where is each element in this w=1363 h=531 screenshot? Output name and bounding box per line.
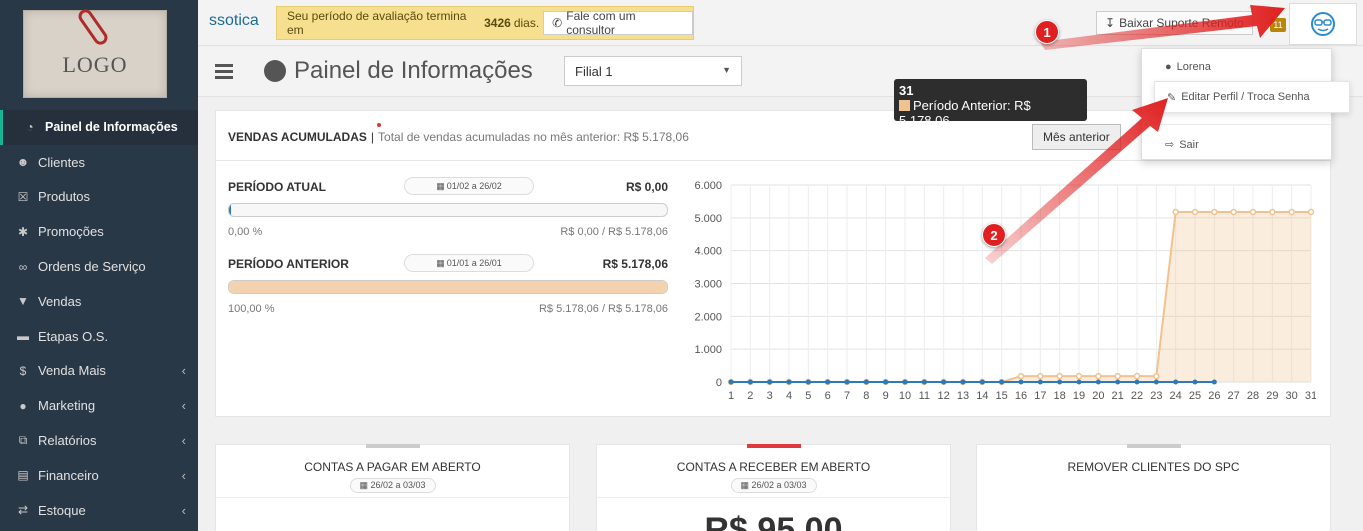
arrow-1 [1040, 5, 1285, 50]
annotation-badge-2: 2 [982, 223, 1006, 247]
annotation-badge-1: 1 [1035, 20, 1059, 44]
annotation-arrows [985, 5, 1285, 264]
arrow-2 [985, 98, 1168, 264]
